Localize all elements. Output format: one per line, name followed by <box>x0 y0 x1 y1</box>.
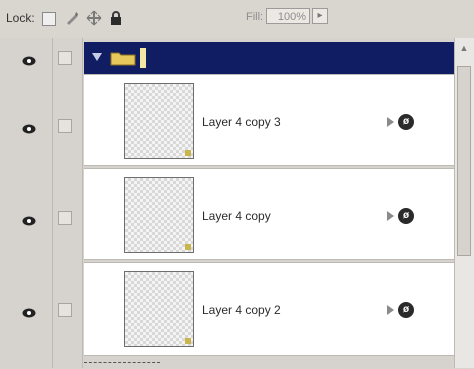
layer-thumbnail <box>124 177 194 253</box>
layer-thumbnail <box>124 83 194 159</box>
lock-toolbar: Lock: Fill: 100% ▸ <box>0 0 474 39</box>
scrollbar-thumb[interactable] <box>457 66 471 256</box>
link-column <box>52 38 82 368</box>
mask-indicator <box>185 150 191 156</box>
link-toggle[interactable] <box>58 211 72 225</box>
layer-thumbnail <box>124 271 194 347</box>
eye-icon[interactable] <box>22 213 36 226</box>
eye-icon[interactable] <box>22 53 36 66</box>
layer-row[interactable]: Layer 4 copy 2 ø <box>84 262 454 356</box>
link-toggle[interactable] <box>58 51 72 65</box>
group-name-field[interactable] <box>140 48 146 68</box>
layer-group-row[interactable] <box>84 42 454 74</box>
layer-name: Layer 4 copy 3 <box>202 115 281 129</box>
fill-label: Fill: <box>246 11 264 23</box>
lock-position-icon[interactable] <box>86 10 102 26</box>
expand-triangle-icon[interactable] <box>92 53 102 61</box>
mask-indicator <box>185 338 191 344</box>
layer-effects-icon[interactable]: ø <box>398 114 414 130</box>
column-divider <box>82 38 83 368</box>
layer-row[interactable]: Layer 4 copy ø <box>84 168 454 260</box>
scrollbar[interactable]: ▲ <box>454 38 474 368</box>
effects-expand-arrow-icon[interactable] <box>387 305 394 315</box>
fill-dropdown-arrow-icon[interactable]: ▸ <box>312 8 328 24</box>
link-toggle[interactable] <box>58 303 72 317</box>
folder-icon <box>110 50 136 71</box>
lock-all-icon[interactable] <box>108 10 124 26</box>
layer-name: Layer 4 copy <box>202 209 271 223</box>
fill-input[interactable]: 100% <box>266 8 310 24</box>
lock-label: Lock: <box>6 11 35 25</box>
lock-image-pixels-icon[interactable] <box>64 10 80 26</box>
layer-effects-icon[interactable]: ø <box>398 302 414 318</box>
link-toggle[interactable] <box>58 119 72 133</box>
eye-icon[interactable] <box>22 121 36 134</box>
layers-panel: Lock: Fill: 100% ▸ Layer 4 copy 3 ø Laye… <box>0 0 474 368</box>
layer-effects-icon[interactable]: ø <box>398 208 414 224</box>
effects-expand-arrow-icon[interactable] <box>387 117 394 127</box>
lock-transparent-pixels-icon[interactable] <box>42 12 56 26</box>
column-divider <box>52 38 53 368</box>
layer-name: Layer 4 copy 2 <box>202 303 281 317</box>
layer-row[interactable]: Layer 4 copy 3 ø <box>84 74 454 166</box>
layer-list: Layer 4 copy 3 ø Layer 4 copy ø Layer 4 … <box>0 38 454 368</box>
mask-indicator <box>185 244 191 250</box>
visibility-column <box>0 38 52 368</box>
eye-icon[interactable] <box>22 305 36 318</box>
effects-expand-arrow-icon[interactable] <box>387 211 394 221</box>
scroll-up-arrow-icon[interactable]: ▲ <box>458 42 470 54</box>
